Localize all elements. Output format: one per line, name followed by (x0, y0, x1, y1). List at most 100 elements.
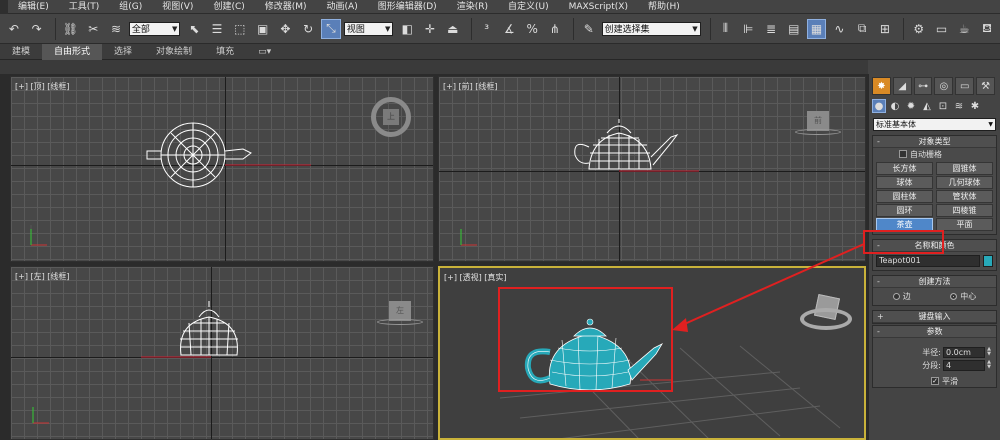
menu-views[interactable]: 视图(V) (152, 0, 203, 14)
teapot-button[interactable]: 茶壶 (876, 218, 933, 231)
torus-button[interactable]: 圆环 (876, 204, 933, 217)
teapot-left-wireframe[interactable] (11, 267, 434, 440)
layer-manager-icon[interactable]: ≣ (761, 19, 781, 39)
tab-populate[interactable]: 填充 (204, 44, 246, 60)
smooth-row[interactable]: ✓ 平滑 (873, 375, 996, 387)
hierarchy-tab-icon[interactable]: ⊶ (913, 77, 933, 95)
radio-dot[interactable] (892, 293, 900, 300)
sphere-button[interactable]: 球体 (876, 176, 933, 189)
render-production-icon[interactable]: ☕ (954, 19, 974, 39)
unlink-icon[interactable]: ✂ (83, 19, 103, 39)
menu-graph-editors[interactable]: 图形编辑器(D) (368, 0, 447, 14)
menu-modifiers[interactable]: 修改器(M) (255, 0, 317, 14)
scene-explorer-icon[interactable]: ▦ (806, 18, 827, 39)
selection-filter-dropdown[interactable]: 全部 ▼ (128, 21, 181, 36)
menu-group[interactable]: 组(G) (109, 0, 152, 14)
ribbon-toggle-icon[interactable]: ▤ (784, 19, 804, 39)
menu-customize[interactable]: 自定义(U) (498, 0, 559, 14)
render-setup-icon[interactable]: ⚙ (909, 19, 929, 39)
cone-button[interactable]: 圆锥体 (936, 162, 993, 175)
rollout-header[interactable]: - 创建方法 (873, 276, 996, 288)
named-selection-dropdown[interactable]: 创建选择集 ▼ (601, 21, 701, 36)
move-icon[interactable]: ✥ (276, 19, 296, 39)
rect-selection-icon[interactable]: ⬚ (230, 19, 250, 39)
viewcube[interactable]: 左 (389, 301, 411, 321)
autogrid-checkbox[interactable] (899, 150, 907, 158)
box-button[interactable]: 长方体 (876, 162, 933, 175)
modify-tab-icon[interactable]: ◢ (892, 77, 912, 95)
geometry-icon[interactable]: ● (872, 99, 886, 113)
category-dropdown[interactable]: 标准基本体 ▼ (873, 118, 996, 131)
menu-tools[interactable]: 工具(T) (59, 0, 110, 14)
select-manipulate-icon[interactable]: ✛ (420, 19, 440, 39)
rendered-frame-icon[interactable]: ▭ (932, 19, 952, 39)
viewcube-ring[interactable] (795, 129, 841, 135)
redo-icon[interactable]: ↷ (27, 19, 47, 39)
menu-create[interactable]: 创建(C) (203, 0, 254, 14)
curve-editor-icon[interactable]: ∿ (829, 19, 849, 39)
menu-rendering[interactable]: 渲染(R) (447, 0, 498, 14)
viewport-perspective[interactable]: [+] [透视] [真实] (438, 266, 866, 440)
helpers-icon[interactable]: ⊡ (936, 99, 950, 113)
segments-spinner-icon[interactable]: ▲ ▼ (986, 360, 992, 371)
menu-animation[interactable]: 动画(A) (317, 0, 368, 14)
rollout-header[interactable]: - 名称和颜色 (873, 240, 996, 252)
snap-toggle-icon[interactable]: ³ (477, 19, 497, 39)
app-logo[interactable] (0, 0, 8, 14)
rollout-header[interactable]: - 参数 (873, 326, 996, 338)
viewport-front[interactable]: [+] [前] [线框] 前 (438, 76, 866, 262)
pyramid-button[interactable]: 四棱锥 (936, 204, 993, 217)
select-by-name-icon[interactable]: ☰ (207, 19, 227, 39)
align-icon[interactable]: ⊫ (738, 19, 758, 39)
pivot-center-icon[interactable]: ◧ (397, 19, 417, 39)
shapes-icon[interactable]: ◐ (888, 99, 902, 113)
bind-spacewarp-icon[interactable]: ≋ (106, 19, 126, 39)
object-color-swatch[interactable] (983, 255, 993, 267)
center-radio[interactable]: 中心 (950, 291, 976, 302)
plane-button[interactable]: 平面 (936, 218, 993, 231)
tab-modeling[interactable]: 建模 (0, 44, 42, 60)
viewcube-ring[interactable] (800, 308, 852, 330)
undo-icon[interactable]: ↶ (4, 19, 24, 39)
render-iterative-icon[interactable]: ⛾ (977, 19, 997, 39)
display-tab-icon[interactable]: ▭ (955, 77, 975, 95)
teapot-top-wireframe[interactable] (11, 77, 434, 262)
spinner-snap-icon[interactable]: ⋔ (545, 19, 565, 39)
lights-icon[interactable]: ✹ (904, 99, 918, 113)
ref-coord-dropdown[interactable]: 视图 ▼ (343, 21, 394, 36)
edit-named-selection-icon[interactable]: ✎ (579, 19, 599, 39)
select-object-icon[interactable]: ⬉ (184, 19, 204, 39)
viewport-top[interactable]: [+] [顶] [线框] 上 (10, 76, 434, 262)
create-tab-icon[interactable]: ✸ (872, 77, 891, 95)
mirror-icon[interactable]: ⫴ (716, 19, 736, 39)
radius-input[interactable]: 0.0cm (943, 347, 985, 358)
rollout-header[interactable]: - 对象类型 (873, 136, 996, 148)
object-name-field[interactable]: Teapot001 (876, 255, 980, 267)
cylinder-button[interactable]: 圆柱体 (876, 190, 933, 203)
link-icon[interactable]: ⛓ (61, 19, 81, 39)
segments-input[interactable]: 4 (943, 360, 985, 371)
window-crossing-icon[interactable]: ▣ (253, 19, 273, 39)
viewport-left[interactable]: [+] [左] [线框] 左 (10, 266, 434, 440)
menu-edit[interactable]: 编辑(E) (8, 0, 59, 14)
geosphere-button[interactable]: 几何球体 (936, 176, 993, 189)
autogrid-row[interactable]: 自动栅格 (873, 148, 996, 160)
teapot-perspective-render[interactable] (440, 268, 866, 440)
keyboard-shortcut-icon[interactable]: ⏏ (443, 19, 463, 39)
edge-radio[interactable]: 边 (892, 291, 911, 302)
rotate-icon[interactable]: ↻ (298, 19, 318, 39)
viewcube-ring[interactable] (377, 319, 423, 325)
viewcube[interactable]: 前 (807, 111, 829, 131)
menu-maxscript[interactable]: MAXScript(X) (559, 0, 638, 14)
material-editor-icon[interactable]: ⊞ (875, 19, 895, 39)
percent-snap-icon[interactable]: % (522, 19, 542, 39)
radio-dot[interactable] (950, 293, 958, 300)
rollout-header[interactable]: + 键盘输入 (873, 311, 996, 323)
spacewarps-icon[interactable]: ≋ (952, 99, 966, 113)
radius-spinner-icon[interactable]: ▲ ▼ (986, 347, 992, 358)
smooth-checkbox[interactable]: ✓ (931, 377, 939, 385)
schematic-view-icon[interactable]: ⧉ (852, 19, 872, 39)
ribbon-options-icon[interactable]: ▭▾ (246, 44, 283, 60)
menu-help[interactable]: 帮助(H) (638, 0, 690, 14)
viewcube[interactable]: 上 (383, 109, 399, 125)
